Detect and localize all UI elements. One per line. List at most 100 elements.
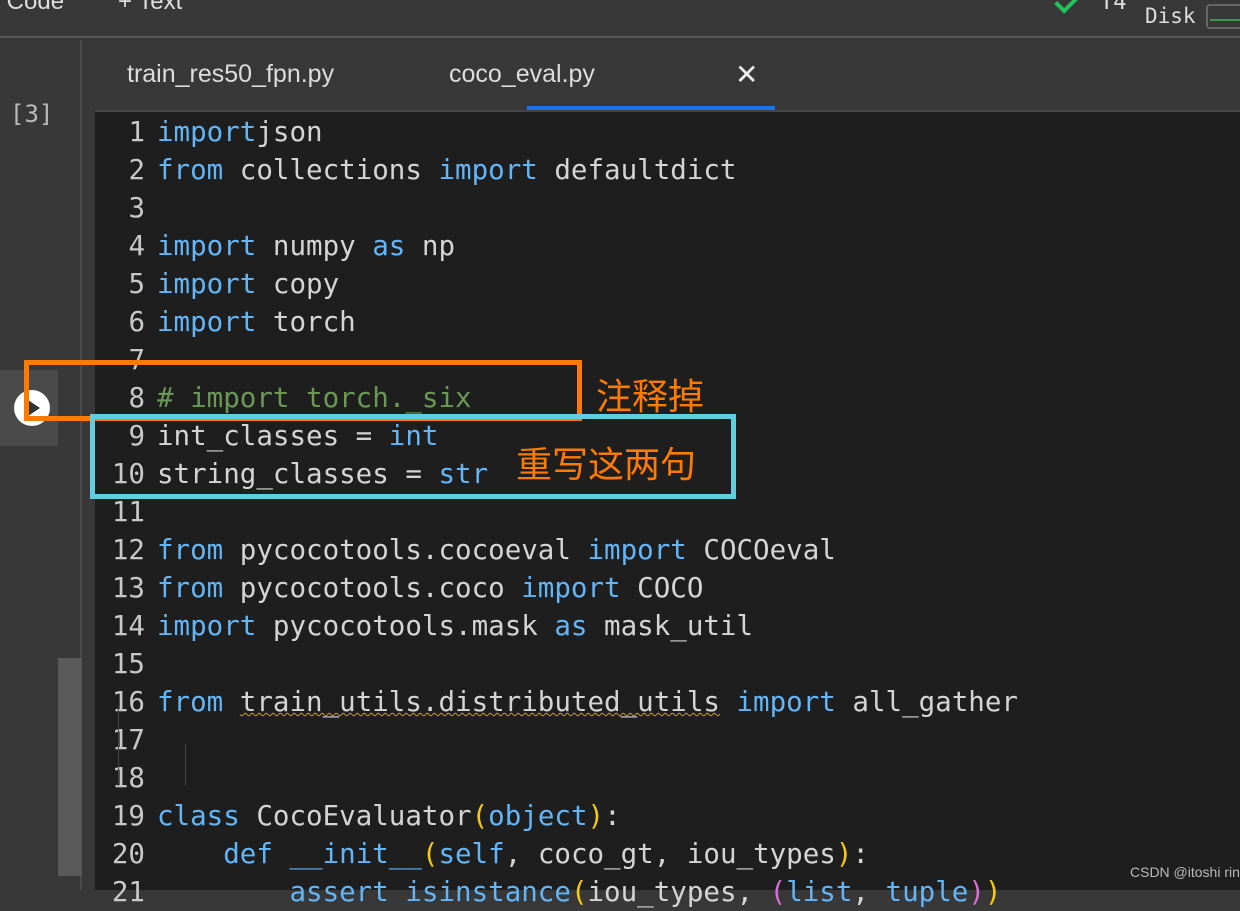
code-text: from pycocotools.coco import COCO (157, 569, 703, 607)
notebook-toolbar: + Code + Text T4 Disk (0, 0, 1240, 38)
tab-coco-eval[interactable]: coco_eval.py (449, 60, 595, 89)
code-text: import pycocotools.mask as mask_util (157, 607, 753, 645)
code-token: np (405, 230, 456, 262)
code-token: import (438, 154, 538, 186)
code-token: as (372, 230, 406, 262)
tab-train-res50-fpn[interactable]: train_res50_fpn.py (127, 60, 334, 89)
code-token: COCOeval (686, 534, 836, 566)
line-number: 2 (128, 154, 145, 186)
line-number: 18 (111, 762, 145, 794)
code-token: pycocotools.mask (256, 610, 555, 642)
code-token: ( (570, 876, 588, 908)
code-token: COCO (620, 572, 704, 604)
connected-check-icon (1054, 0, 1080, 14)
line-number: 1 (128, 116, 145, 148)
line-number: 15 (111, 648, 145, 680)
line-number: 4 (128, 230, 145, 262)
code-token: import (157, 268, 257, 300)
close-icon[interactable]: ✕ (735, 58, 758, 91)
code-text: importjson (157, 113, 323, 151)
code-token: import (157, 116, 257, 148)
line-number: 21 (111, 876, 145, 908)
line-number: 6 (128, 306, 145, 338)
line-number: 16 (111, 686, 145, 718)
line-number: 5 (128, 268, 145, 300)
code-token: ( (471, 800, 489, 832)
code-text: def __init__(self, coco_gt, iou_types): (157, 835, 869, 873)
line-number: 12 (111, 534, 145, 566)
code-token: , coco_gt, iou_types (504, 838, 836, 870)
code-editor[interactable]: 1 importjson 2 from collections import defa… (95, 110, 1240, 908)
line-number: 19 (111, 800, 145, 832)
code-token: json (256, 116, 323, 148)
code-token: pycocotools.coco (223, 572, 522, 604)
code-token: CocoEvaluator (239, 800, 472, 832)
code-token: ) (835, 838, 853, 870)
annotation-box-comment (24, 360, 582, 421)
code-token: copy (256, 268, 340, 300)
code-token: defaultdict (537, 154, 737, 186)
add-text-button[interactable]: + Text (118, 0, 182, 16)
code-token: import (521, 572, 621, 604)
scrollbar[interactable] (58, 658, 82, 876)
line-number: 17 (111, 724, 145, 756)
editor-tabs: train_res50_fpn.py coco_eval.py ✕ (95, 40, 1240, 110)
code-text: class CocoEvaluator(object): (157, 797, 621, 835)
code-token: : (604, 800, 621, 832)
code-token: import (157, 230, 257, 262)
runtime-label[interactable]: T4 (1100, 0, 1127, 15)
line-number: 13 (111, 572, 145, 604)
code-token: def (223, 838, 273, 870)
code-token: import (736, 686, 836, 718)
line-number: 3 (128, 192, 145, 224)
indent-guide (118, 744, 119, 786)
code-token: import (157, 610, 257, 642)
code-text: import torch (157, 303, 356, 341)
code-token: from (157, 686, 224, 718)
code-token: ) (968, 876, 985, 908)
code-token: as (554, 610, 588, 642)
code-token: torch (256, 306, 356, 338)
code-token: ( (421, 838, 439, 870)
code-text: from pycocotools.cocoeval import COCOeva… (157, 531, 836, 569)
indent-guide (185, 744, 186, 786)
line-number: 14 (111, 610, 145, 642)
code-token: self (438, 838, 505, 870)
line-number: 20 (111, 838, 145, 870)
code-token: , (852, 876, 886, 908)
code-token: tuple (885, 876, 969, 908)
code-token: numpy (256, 230, 373, 262)
watermark: CSDN @itoshi rin (1130, 864, 1240, 880)
add-code-button[interactable]: + Code (0, 0, 64, 16)
code-token: ) (984, 876, 1002, 908)
code-token: import (157, 306, 257, 338)
code-token: all_gather (835, 686, 1018, 718)
code-token: mask_util (587, 610, 754, 642)
code-text: import numpy as np (157, 227, 455, 265)
code-token: train_utils.distributed_utils (239, 686, 720, 718)
code-token: class (157, 800, 240, 832)
code-token: isinstance (405, 876, 571, 908)
code-token: from (157, 154, 224, 186)
code-token: ( (769, 876, 787, 908)
code-token: collections (223, 154, 439, 186)
code-token: object (488, 800, 588, 832)
disk-usage-meter[interactable] (1206, 4, 1240, 29)
code-token: __init__ (289, 838, 422, 870)
code-token: iou_types, (587, 876, 770, 908)
code-text: assert isinstance(iou_types, (list, tupl… (157, 873, 1001, 911)
disk-label: Disk (1145, 4, 1196, 28)
code-text: from collections import defaultdict (157, 151, 737, 189)
annotation-rewrite: 重写这两句 (516, 445, 697, 486)
code-text: from train_utils.distributed_utils impor… (157, 683, 1018, 721)
code-token: import (587, 534, 687, 566)
code-token: from (157, 534, 224, 566)
code-token: ) (587, 800, 605, 832)
annotation-comment-out: 注释掉 (596, 377, 705, 418)
